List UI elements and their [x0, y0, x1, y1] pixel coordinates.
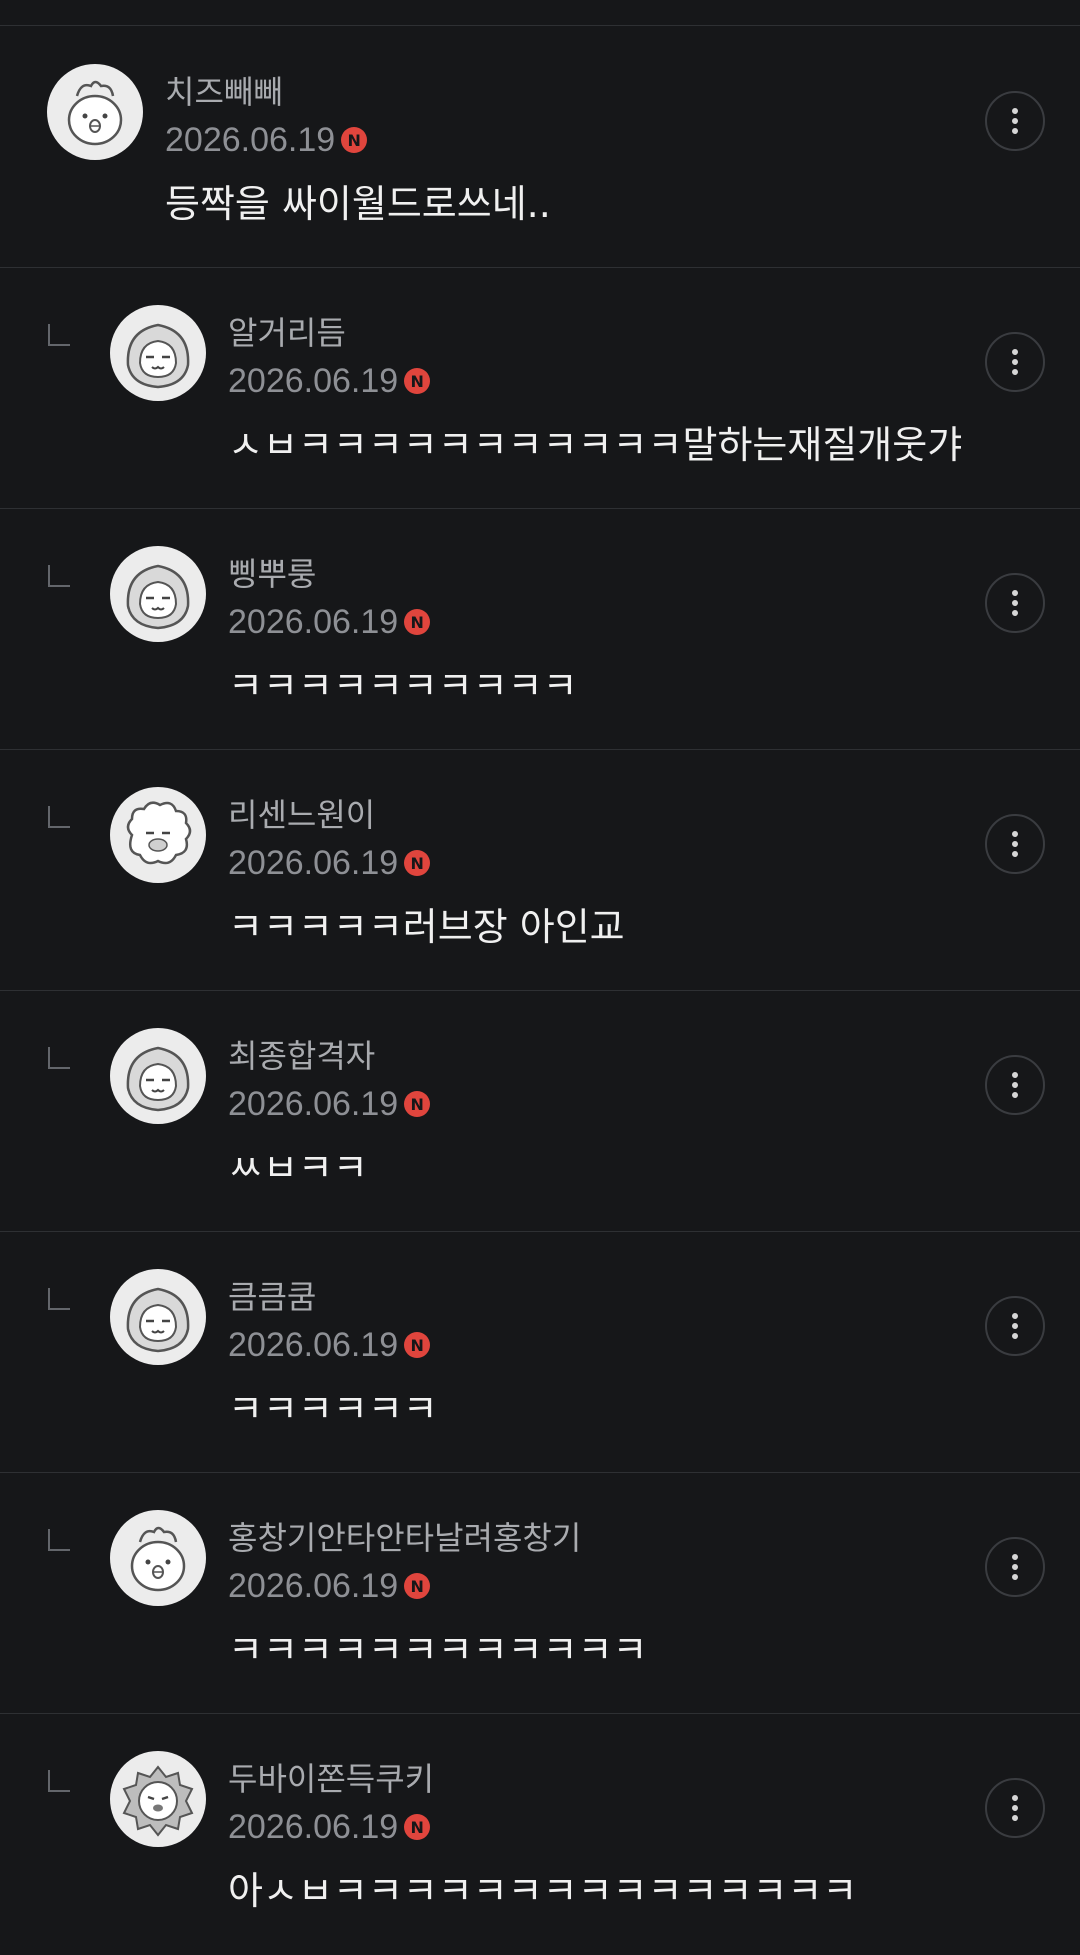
comment-nickname[interactable]: 삥뿌룽	[228, 554, 316, 594]
hooded-cat-avatar-icon[interactable]	[110, 546, 206, 642]
hooded-cat-avatar-icon[interactable]	[110, 1269, 206, 1365]
top-divider	[0, 0, 1080, 26]
vertical-dots-icon	[1012, 590, 1018, 616]
sheep-avatar-icon[interactable]	[110, 787, 206, 883]
comment-date: 2026.06.19	[228, 603, 399, 641]
hooded-cat-avatar-icon[interactable]	[110, 1028, 206, 1124]
more-options-button[interactable]	[985, 1778, 1045, 1838]
more-options-button[interactable]	[985, 814, 1045, 874]
reply-indicator-icon	[48, 324, 70, 346]
comment-text: 아ㅅㅂㅋㅋㅋㅋㅋㅋㅋㅋㅋㅋㅋㅋㅋㅋㅋ	[228, 1869, 858, 1913]
comment-date: 2026.06.19	[228, 1326, 399, 1364]
reply-item: 리센느원이 2026.06.19 N ㅋㅋㅋㅋㅋ러브장 아인교	[0, 750, 1080, 991]
reply-item: 홍창기안타안타날려홍창기 2026.06.19 N ㅋㅋㅋㅋㅋㅋㅋㅋㅋㅋㅋㅋ	[0, 1473, 1080, 1714]
lion-avatar-icon[interactable]	[110, 1751, 206, 1847]
comment-text: ㅋㅋㅋㅋㅋ러브장 아인교	[228, 905, 625, 949]
comment-nickname[interactable]: 홍창기안타안타날려홍창기	[228, 1518, 581, 1558]
new-badge: N	[404, 368, 431, 394]
comment-item: 치즈빼빼 2026.06.19 N 등짝을 싸이월드로쓰네..	[0, 27, 1080, 268]
vertical-dots-icon	[1012, 349, 1018, 375]
comment-meta: 2026.06.19 N	[228, 1325, 431, 1365]
chick-avatar-icon[interactable]	[47, 64, 143, 160]
comment-nickname[interactable]: 큼큼쿰	[228, 1277, 316, 1317]
comment-text: ㅋㅋㅋㅋㅋㅋㅋㅋㅋㅋㅋㅋ	[228, 1628, 648, 1672]
vertical-dots-icon	[1012, 1313, 1018, 1339]
reply-indicator-icon	[48, 806, 70, 828]
reply-item: 큼큼쿰 2026.06.19 N ㅋㅋㅋㅋㅋㅋ	[0, 1232, 1080, 1473]
hooded-cat-avatar-icon[interactable]	[110, 305, 206, 401]
more-options-button[interactable]	[985, 1537, 1045, 1597]
vertical-dots-icon	[1012, 831, 1018, 857]
comment-date: 2026.06.19	[228, 1085, 399, 1123]
reply-indicator-icon	[48, 1047, 70, 1069]
reply-item: 최종합격자 2026.06.19 N ㅆㅂㅋㅋ	[0, 991, 1080, 1232]
vertical-dots-icon	[1012, 108, 1018, 134]
vertical-dots-icon	[1012, 1795, 1018, 1821]
more-options-button[interactable]	[985, 91, 1045, 151]
reply-item: 두바이쫀득쿠키 2026.06.19 N 아ㅅㅂㅋㅋㅋㅋㅋㅋㅋㅋㅋㅋㅋㅋㅋㅋㅋ	[0, 1714, 1080, 1955]
reply-indicator-icon	[48, 1529, 70, 1551]
comment-date: 2026.06.19	[165, 121, 336, 159]
reply-indicator-icon	[48, 1770, 70, 1792]
comment-meta: 2026.06.19 N	[228, 1807, 431, 1847]
comment-meta: 2026.06.19 N	[228, 1566, 431, 1606]
comment-text: ㅋㅋㅋㅋㅋㅋㅋㅋㅋㅋ	[228, 664, 578, 708]
new-badge: N	[404, 1573, 431, 1599]
reply-indicator-icon	[48, 565, 70, 587]
new-badge: N	[404, 850, 431, 876]
comment-meta: 2026.06.19 N	[228, 1084, 431, 1124]
comment-meta: 2026.06.19 N	[228, 361, 431, 401]
more-options-button[interactable]	[985, 1296, 1045, 1356]
vertical-dots-icon	[1012, 1072, 1018, 1098]
chick-avatar-icon[interactable]	[110, 1510, 206, 1606]
comment-meta: 2026.06.19 N	[228, 843, 431, 883]
reply-item: 삥뿌룽 2026.06.19 N ㅋㅋㅋㅋㅋㅋㅋㅋㅋㅋ	[0, 509, 1080, 750]
comment-text: 등짝을 싸이월드로쓰네..	[165, 182, 551, 226]
new-badge: N	[404, 1814, 431, 1840]
comment-text: ㅆㅂㅋㅋ	[228, 1146, 368, 1190]
comment-nickname[interactable]: 알거리듬	[228, 313, 346, 353]
more-options-button[interactable]	[985, 573, 1045, 633]
comment-nickname[interactable]: 두바이쫀득쿠키	[228, 1759, 434, 1799]
comment-date: 2026.06.19	[228, 844, 399, 882]
new-badge: N	[404, 1332, 431, 1358]
comment-date: 2026.06.19	[228, 1808, 399, 1846]
new-badge: N	[404, 1091, 431, 1117]
more-options-button[interactable]	[985, 332, 1045, 392]
reply-item: 알거리듬 2026.06.19 N ㅅㅂㅋㅋㅋㅋㅋㅋㅋㅋㅋㅋㅋ말하는재질개웃갸	[0, 268, 1080, 509]
comment-meta: 2026.06.19 N	[165, 120, 368, 160]
comment-date: 2026.06.19	[228, 1567, 399, 1605]
comment-nickname[interactable]: 리센느원이	[228, 795, 375, 835]
comment-date: 2026.06.19	[228, 362, 399, 400]
comment-meta: 2026.06.19 N	[228, 602, 431, 642]
comment-text: ㅋㅋㅋㅋㅋㅋ	[228, 1387, 438, 1431]
comment-nickname[interactable]: 치즈빼빼	[165, 72, 283, 112]
new-badge: N	[341, 127, 368, 153]
vertical-dots-icon	[1012, 1554, 1018, 1580]
comment-text: ㅅㅂㅋㅋㅋㅋㅋㅋㅋㅋㅋㅋㅋ말하는재질개웃갸	[228, 423, 963, 467]
more-options-button[interactable]	[985, 1055, 1045, 1115]
reply-indicator-icon	[48, 1288, 70, 1310]
comment-nickname[interactable]: 최종합격자	[228, 1036, 375, 1076]
new-badge: N	[404, 609, 431, 635]
